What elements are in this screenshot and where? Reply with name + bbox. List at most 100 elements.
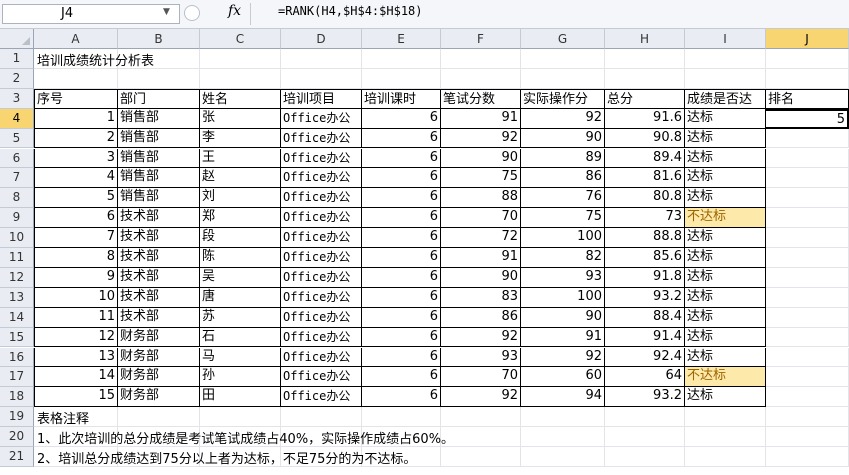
total-score-cell[interactable]: 90.8 [605, 128, 685, 149]
hours-cell[interactable]: 6 [362, 287, 441, 308]
grid-cell[interactable] [362, 68, 441, 89]
practical-score-cell[interactable]: 90 [521, 307, 605, 328]
row-header-17[interactable]: 17 [0, 367, 34, 388]
row-header-12[interactable]: 12 [0, 267, 34, 288]
project-cell[interactable]: Office办公 [281, 367, 362, 388]
pass-status-cell[interactable]: 达标 [685, 387, 766, 408]
written-score-cell[interactable]: 92 [441, 128, 521, 149]
grid-cell[interactable] [118, 407, 200, 428]
name-cell[interactable]: 段 [200, 228, 281, 248]
grid-cell[interactable] [766, 447, 849, 467]
practical-score-cell[interactable]: 93 [521, 267, 605, 288]
total-score-cell[interactable]: 81.6 [605, 168, 685, 189]
grid-cell[interactable] [521, 68, 605, 89]
column-header-b[interactable]: B [118, 29, 200, 49]
hours-cell[interactable]: 6 [362, 108, 441, 129]
grid-cell[interactable] [685, 49, 766, 69]
name-cell[interactable]: 陈 [200, 248, 281, 268]
rank-cell[interactable] [766, 367, 849, 388]
total-score-cell[interactable]: 89.4 [605, 148, 685, 169]
project-cell[interactable]: Office办公 [281, 148, 362, 169]
written-score-cell[interactable]: 70 [441, 367, 521, 388]
practical-score-cell[interactable]: 100 [521, 287, 605, 308]
grid-cell[interactable] [521, 427, 605, 447]
rank-cell[interactable] [766, 307, 849, 328]
project-cell[interactable]: Office办公 [281, 248, 362, 268]
grid-cell[interactable] [766, 49, 849, 69]
rank-cell[interactable] [766, 347, 849, 368]
grid-cell[interactable] [521, 407, 605, 428]
name-cell[interactable]: 马 [200, 347, 281, 368]
seq-cell[interactable]: 7 [34, 228, 118, 248]
rank-cell[interactable] [766, 208, 849, 229]
name-cell[interactable]: 赵 [200, 168, 281, 189]
grid-cell[interactable] [685, 447, 766, 467]
total-score-cell[interactable]: 91.4 [605, 327, 685, 348]
row-header-16[interactable]: 16 [0, 347, 34, 368]
rank-cell[interactable]: 5 [766, 108, 849, 129]
project-cell[interactable]: Office办公 [281, 347, 362, 368]
department-cell[interactable]: 技术部 [118, 287, 200, 308]
row-header-18[interactable]: 18 [0, 387, 34, 408]
pass-status-cell[interactable]: 达标 [685, 168, 766, 189]
practical-score-cell[interactable]: 100 [521, 228, 605, 248]
practical-score-cell[interactable]: 60 [521, 367, 605, 388]
rank-cell[interactable] [766, 188, 849, 209]
project-cell[interactable]: Office办公 [281, 228, 362, 248]
hours-cell[interactable]: 6 [362, 267, 441, 288]
name-cell[interactable]: 李 [200, 128, 281, 149]
name-cell[interactable]: 吴 [200, 267, 281, 288]
department-cell[interactable]: 销售部 [118, 168, 200, 189]
project-cell[interactable]: Office办公 [281, 188, 362, 209]
seq-cell[interactable]: 1 [34, 108, 118, 129]
grid-cell[interactable] [521, 49, 605, 69]
name-cell[interactable]: 孙 [200, 367, 281, 388]
grid-cell[interactable] [605, 447, 685, 467]
name-cell[interactable]: 刘 [200, 188, 281, 209]
rank-cell[interactable] [766, 168, 849, 189]
row-header-6[interactable]: 6 [0, 148, 34, 169]
row-header-3[interactable]: 3 [0, 88, 34, 109]
grid-cell[interactable] [441, 68, 521, 89]
written-score-cell[interactable]: 86 [441, 307, 521, 328]
row-header-1[interactable]: 1 [0, 49, 34, 69]
department-cell[interactable]: 销售部 [118, 128, 200, 149]
total-score-cell[interactable]: 80.8 [605, 188, 685, 209]
total-score-cell[interactable]: 93.2 [605, 287, 685, 308]
practical-score-cell[interactable]: 89 [521, 148, 605, 169]
rank-cell[interactable] [766, 267, 849, 288]
seq-cell[interactable]: 9 [34, 267, 118, 288]
written-score-cell[interactable]: 93 [441, 347, 521, 368]
formula-input[interactable]: =RANK(H4,$H$4:$H$18) [278, 4, 423, 18]
grid-cell[interactable] [281, 407, 362, 428]
project-cell[interactable]: Office办公 [281, 287, 362, 308]
name-box[interactable]: J4 ▼ [2, 4, 180, 24]
pass-status-cell[interactable]: 达标 [685, 267, 766, 288]
grid-cell[interactable] [521, 447, 605, 467]
project-cell[interactable]: Office办公 [281, 387, 362, 408]
rank-cell[interactable] [766, 228, 849, 248]
written-score-cell[interactable]: 70 [441, 208, 521, 229]
project-cell[interactable]: Office办公 [281, 128, 362, 149]
department-cell[interactable]: 销售部 [118, 188, 200, 209]
name-cell[interactable]: 石 [200, 327, 281, 348]
column-header-e[interactable]: E [362, 29, 441, 49]
hours-cell[interactable]: 6 [362, 307, 441, 328]
seq-cell[interactable]: 6 [34, 208, 118, 229]
hours-cell[interactable]: 6 [362, 327, 441, 348]
written-score-cell[interactable]: 72 [441, 228, 521, 248]
row-header-4[interactable]: 4 [0, 108, 34, 129]
pass-status-cell[interactable]: 达标 [685, 148, 766, 169]
name-cell[interactable]: 张 [200, 108, 281, 129]
grid-cell[interactable] [685, 68, 766, 89]
written-score-cell[interactable]: 91 [441, 108, 521, 129]
row-header-8[interactable]: 8 [0, 188, 34, 209]
department-cell[interactable]: 财务部 [118, 367, 200, 388]
rank-cell[interactable] [766, 248, 849, 268]
hours-cell[interactable]: 6 [362, 188, 441, 209]
hours-cell[interactable]: 6 [362, 347, 441, 368]
grid-cell[interactable] [766, 407, 849, 428]
grid-cell[interactable] [362, 407, 441, 428]
project-cell[interactable]: Office办公 [281, 307, 362, 328]
row-header-10[interactable]: 10 [0, 228, 34, 248]
